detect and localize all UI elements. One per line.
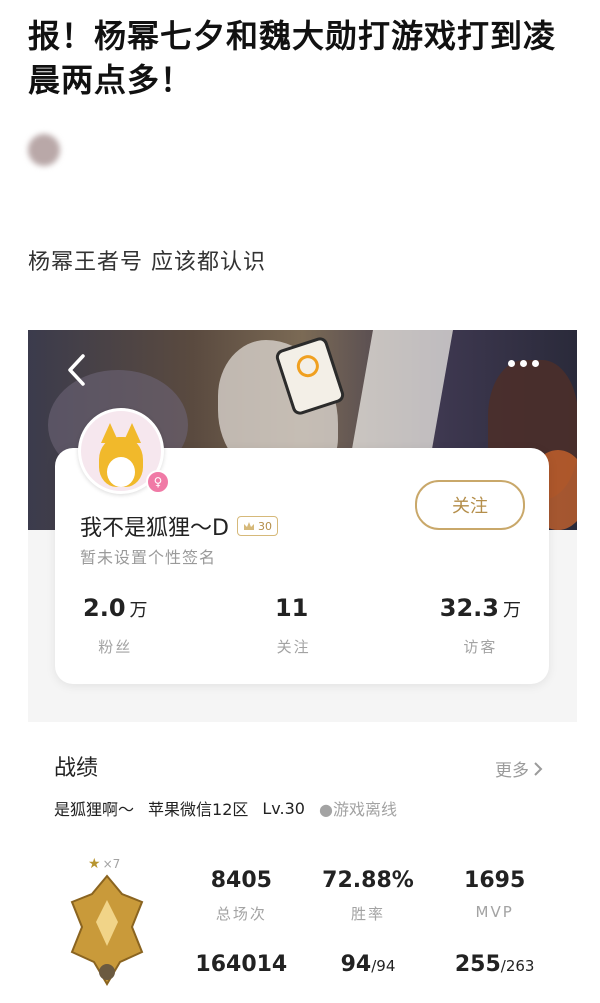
follow-button[interactable]: 关注 <box>415 480 525 530</box>
stat-mvp: 1695 MVP <box>431 868 558 924</box>
stat-row2-c: 255/263 <box>431 952 558 977</box>
record-more-label: 更多 <box>495 761 529 781</box>
stat-row2-a: 164014 <box>178 952 305 977</box>
chevron-left-icon <box>68 354 85 386</box>
online-status: ●游戏离线 <box>318 800 397 819</box>
back-button[interactable] <box>58 352 94 388</box>
stat-row2-b-sub: /94 <box>371 957 396 975</box>
stat-row2-c-value: 255 <box>454 952 501 977</box>
stat-visitors-value: 32.3 <box>439 594 499 622</box>
stat-row2-a-value: 164014 <box>195 952 288 977</box>
stat-fans[interactable]: 2.0 万 粉丝 <box>83 594 148 657</box>
level-badge: 30 <box>236 516 278 536</box>
stat-total-matches: 8405 总场次 <box>178 868 305 924</box>
role-level: Lv.30 <box>262 798 305 818</box>
record-title: 战绩 <box>54 756 99 781</box>
star-count: ×7 <box>102 857 121 871</box>
rank-emblem-icon <box>70 874 144 986</box>
stat-row2-c-sub: /263 <box>500 957 535 975</box>
stat-row2-b: 94/94 <box>305 952 432 977</box>
stat-fans-value: 2.0 <box>83 594 126 622</box>
embedded-game-screenshot: 关注 我不是狐狸～D 30 暂未设置个性签名 2.0 万 粉丝 11 关注 32.… <box>28 330 577 1003</box>
nickname-row: 我不是狐狸～D 30 <box>80 510 278 542</box>
more-dots-icon[interactable] <box>508 360 539 367</box>
rank-stars: ★ ×7 <box>88 856 120 872</box>
author-avatar <box>28 134 60 166</box>
female-gender-icon: ♀ <box>146 470 170 494</box>
stat-visitors[interactable]: 32.3 万 访客 <box>440 594 521 657</box>
stat-win-rate-value: 72.88% <box>322 868 414 893</box>
record-stats-grid: 8405 总场次 72.88% 胜率 1695 MVP 164014 94/94… <box>178 868 558 977</box>
signature: 暂未设置个性签名 <box>80 548 217 567</box>
stat-total-matches-label: 总场次 <box>215 905 267 923</box>
stat-fans-unit: 万 <box>129 600 148 621</box>
article-headline: 报！杨幂七夕和魏大勋打游戏打到凌晨两点多！ <box>28 17 557 99</box>
level-value: 30 <box>257 519 272 533</box>
star-icon: ★ <box>88 856 101 872</box>
profile-stats: 2.0 万 粉丝 11 关注 32.3 万 访客 <box>55 594 549 657</box>
author-row-blurred <box>28 132 288 168</box>
stat-win-rate-label: 胜率 <box>350 905 385 923</box>
stat-total-matches-value: 8405 <box>210 868 272 893</box>
nickname: 我不是狐狸～D <box>80 516 229 541</box>
stat-mvp-value: 1695 <box>464 868 526 893</box>
role-name: 是狐狸啊～ <box>54 800 135 819</box>
chevron-right-icon <box>534 761 543 776</box>
record-card: 战绩 更多 是狐狸啊～ 苹果微信12区 Lv.30 ●游戏离线 ★ ×7 840… <box>28 722 577 1003</box>
article-caption: 杨幂王者号 应该都认识 <box>28 250 266 275</box>
crown-icon <box>243 522 254 530</box>
server-name: 苹果微信12区 <box>148 800 249 819</box>
stat-visitors-label: 访客 <box>463 638 498 656</box>
stat-following-value: 11 <box>274 594 309 622</box>
stat-mvp-label: MVP <box>475 903 514 921</box>
stat-fans-label: 粉丝 <box>98 638 133 656</box>
stat-following[interactable]: 11 关注 <box>275 594 312 657</box>
record-more-link[interactable]: 更多 <box>495 756 543 781</box>
stat-following-label: 关注 <box>276 638 311 656</box>
record-info: 是狐狸啊～ 苹果微信12区 Lv.30 ●游戏离线 <box>54 796 397 820</box>
stat-win-rate: 72.88% 胜率 <box>305 868 432 924</box>
stat-row2-b-value: 94 <box>340 952 372 977</box>
stat-visitors-unit: 万 <box>502 600 521 621</box>
